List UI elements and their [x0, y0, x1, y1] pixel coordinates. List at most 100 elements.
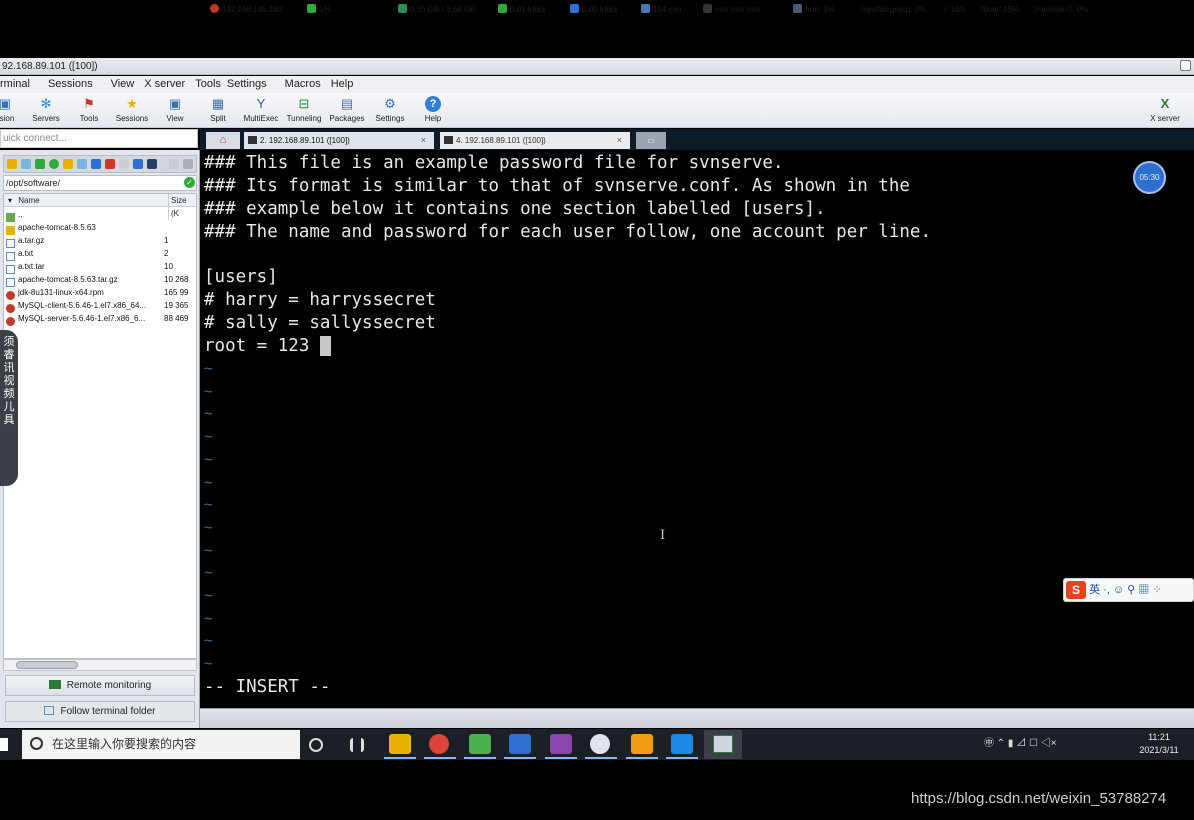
- clock-time: 11:21: [1148, 732, 1170, 742]
- settings-icon[interactable]: [169, 159, 179, 169]
- follow-terminal-folder-checkbox[interactable]: Follow terminal folder: [5, 701, 195, 722]
- tunneling-button[interactable]: ⊟ Tunneling: [281, 95, 327, 127]
- help-icon: ?: [425, 96, 441, 112]
- menu-macros[interactable]: Macros: [285, 76, 321, 93]
- system-tray[interactable]: ㊥ ⌃ ▮ ⊿ ☐ ◁×: [984, 734, 1114, 754]
- notepad-icon[interactable]: [469, 734, 491, 754]
- quick-connect-input[interactable]: uick connect...: [0, 129, 198, 148]
- clock-date: 2021/3/11: [1139, 745, 1179, 755]
- refresh-icon[interactable]: [49, 159, 59, 169]
- sort-arrow-icon: ▾: [8, 196, 13, 205]
- filter-icon[interactable]: [119, 159, 129, 169]
- terminal-line: ### Its format is similar to that of svn…: [204, 176, 910, 196]
- intellij-icon[interactable]: [550, 734, 572, 754]
- menu-xserver[interactable]: X server: [144, 76, 185, 93]
- text-cursor: [320, 336, 331, 356]
- file-row[interactable]: a.tar.gz 1: [6, 234, 196, 248]
- file-row[interactable]: jdk-8u131-linux-x64.rpm 165 99: [6, 286, 196, 300]
- servers-button[interactable]: ✻ Servers: [23, 95, 69, 127]
- menu-settings[interactable]: Settings: [227, 76, 267, 93]
- tunneling-icon: ⊟: [298, 96, 310, 111]
- file-row[interactable]: a.txt 2: [6, 247, 196, 261]
- running-indicator: [504, 757, 536, 759]
- tab-session-2[interactable]: 2. 192.168.89.101 ([100]) ×: [244, 132, 434, 149]
- session-tab-strip: ⌂ 2. 192.168.89.101 ([100]) × 4. 192.168.…: [200, 129, 1194, 150]
- status-disk-root: /: 10%: [944, 5, 967, 14]
- packages-button[interactable]: ▤ Packages: [324, 95, 370, 127]
- menu-terminal[interactable]: rminal: [0, 76, 30, 93]
- menu-view[interactable]: View: [111, 76, 135, 93]
- menu-tools[interactable]: Tools: [195, 76, 221, 93]
- delete-icon[interactable]: [105, 159, 115, 169]
- tab-session-4[interactable]: 4. 192.168.89.101 ([100]) ×: [440, 132, 630, 149]
- file-row[interactable]: MySQL-client-5.6.46-1.el7.x86_64... 19 36…: [6, 299, 196, 313]
- floating-side-badge[interactable]: 须 睿 讯 视 频 儿 具: [0, 330, 18, 486]
- floating-timer-bubble[interactable]: 05:30: [1133, 161, 1166, 194]
- vim-mode-indicator: -- INSERT --: [204, 677, 331, 697]
- terminal-line: [users]: [204, 267, 278, 287]
- restore-window-button[interactable]: [1180, 60, 1191, 71]
- terminal-icon: [444, 136, 453, 144]
- download-icon[interactable]: [21, 159, 31, 169]
- remote-desktop-icon[interactable]: [509, 734, 531, 754]
- view-button[interactable]: ▣ View: [152, 95, 198, 127]
- text-mode-icon[interactable]: [133, 159, 143, 169]
- split-button[interactable]: ▦ Split: [195, 95, 241, 127]
- navicat-icon[interactable]: [590, 734, 610, 754]
- terminal-area[interactable]: ### This file is an example password fil…: [201, 150, 1194, 708]
- mobaxterm-taskbar-item[interactable]: [704, 730, 742, 759]
- follow-folder-icon: [44, 706, 55, 715]
- name-column-header[interactable]: Name: [18, 196, 39, 205]
- settings-button[interactable]: ⚙ Settings: [367, 95, 413, 127]
- remote-monitoring-button[interactable]: Remote monitoring: [5, 675, 195, 696]
- menu-sessions[interactable]: Sessions: [48, 76, 93, 93]
- file-row[interactable]: MySQL-server-5.6.46-1.el7.x86_6... 88 469: [6, 312, 196, 326]
- taskbar-clock[interactable]: 11:21 2021/3/11: [1126, 731, 1192, 759]
- tools-icon: ⚑: [83, 96, 95, 111]
- file-row[interactable]: apache-tomcat-8.5.63.tar.gz 10 268: [6, 273, 196, 287]
- upload-icon: [498, 4, 507, 13]
- hidden-files-icon[interactable]: [147, 159, 157, 169]
- terminal-line: ### The name and password for each user …: [204, 222, 931, 242]
- folder-up-icon[interactable]: [7, 159, 17, 169]
- home-tab[interactable]: ⌂: [206, 132, 240, 149]
- upload-icon[interactable]: [35, 159, 45, 169]
- new-folder-icon[interactable]: [63, 159, 73, 169]
- file-row[interactable]: ..: [6, 208, 196, 222]
- vmware-icon[interactable]: [631, 734, 653, 754]
- taskbar-search-box[interactable]: 在这里输入你要搜索的内容: [22, 730, 300, 759]
- empty-line-tilde: ~: [204, 610, 213, 627]
- edit-icon[interactable]: [91, 159, 101, 169]
- task-view-icon[interactable]: [350, 738, 364, 752]
- explorer-icon[interactable]: [389, 734, 411, 754]
- empty-line-tilde: ~: [204, 519, 213, 536]
- toolbar: ▣ssion ✻Servers ⚑Tools ★Sessions ▣View ▦…: [0, 93, 1194, 128]
- path-ok-icon[interactable]: ✓: [184, 177, 195, 188]
- new-file-icon[interactable]: [77, 159, 87, 169]
- scrollbar-thumb[interactable]: [16, 661, 78, 669]
- help-button[interactable]: ? Help: [410, 95, 456, 127]
- wps-icon[interactable]: [671, 734, 693, 754]
- file-row[interactable]: apache-tomcat-8.5.63: [6, 221, 196, 235]
- sftp-path-input[interactable]: /opt/software/: [3, 175, 197, 191]
- multiexec-button[interactable]: Y MultiExec: [238, 95, 284, 127]
- menu-icon[interactable]: [183, 159, 193, 169]
- new-tab-button[interactable]: ▭: [636, 132, 666, 149]
- close-tab-icon[interactable]: ×: [421, 132, 426, 149]
- status-disk-runuser: /run/user/0: 0%: [1034, 5, 1089, 14]
- chrome-icon[interactable]: [429, 734, 449, 754]
- close-tab-icon[interactable]: ×: [617, 132, 622, 149]
- ime-toolbar[interactable]: S 英 ·, ☺ ⚲ ▦ ⁘: [1063, 578, 1194, 602]
- windows-start-icon[interactable]: [0, 738, 8, 751]
- tools-button[interactable]: ⚑ Tools: [66, 95, 112, 127]
- menu-help[interactable]: Help: [331, 76, 354, 93]
- xserver-button[interactable]: XX server: [1142, 95, 1188, 127]
- file-row[interactable]: a.txt.tar 10: [6, 260, 196, 274]
- sogou-ime-icon: S: [1066, 581, 1086, 600]
- cortana-icon[interactable]: [309, 738, 323, 752]
- view-icon: ▣: [168, 96, 182, 111]
- sessions-button[interactable]: ★ Sessions: [109, 95, 155, 127]
- empty-line-tilde: ~: [204, 361, 213, 377]
- running-indicator: [626, 757, 658, 759]
- screen: 92.168.89.101 ([100]) rminal Sessions View…: [0, 0, 1194, 820]
